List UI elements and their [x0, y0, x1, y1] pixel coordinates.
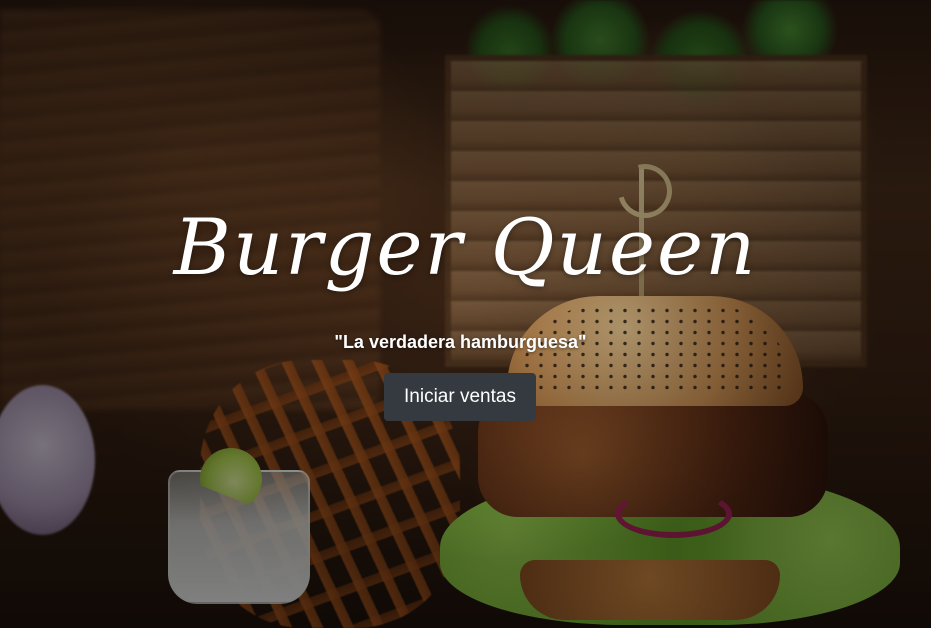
start-sales-button[interactable]: Iniciar ventas [384, 373, 536, 421]
brand-title: Burger Queen [173, 203, 758, 293]
hero-section: Burger Queen "La verdadera hamburguesa" … [0, 0, 931, 628]
tagline: "La verdadera hamburguesa" [334, 332, 587, 352]
hero-content: Burger Queen "La verdadera hamburguesa" … [0, 0, 931, 628]
